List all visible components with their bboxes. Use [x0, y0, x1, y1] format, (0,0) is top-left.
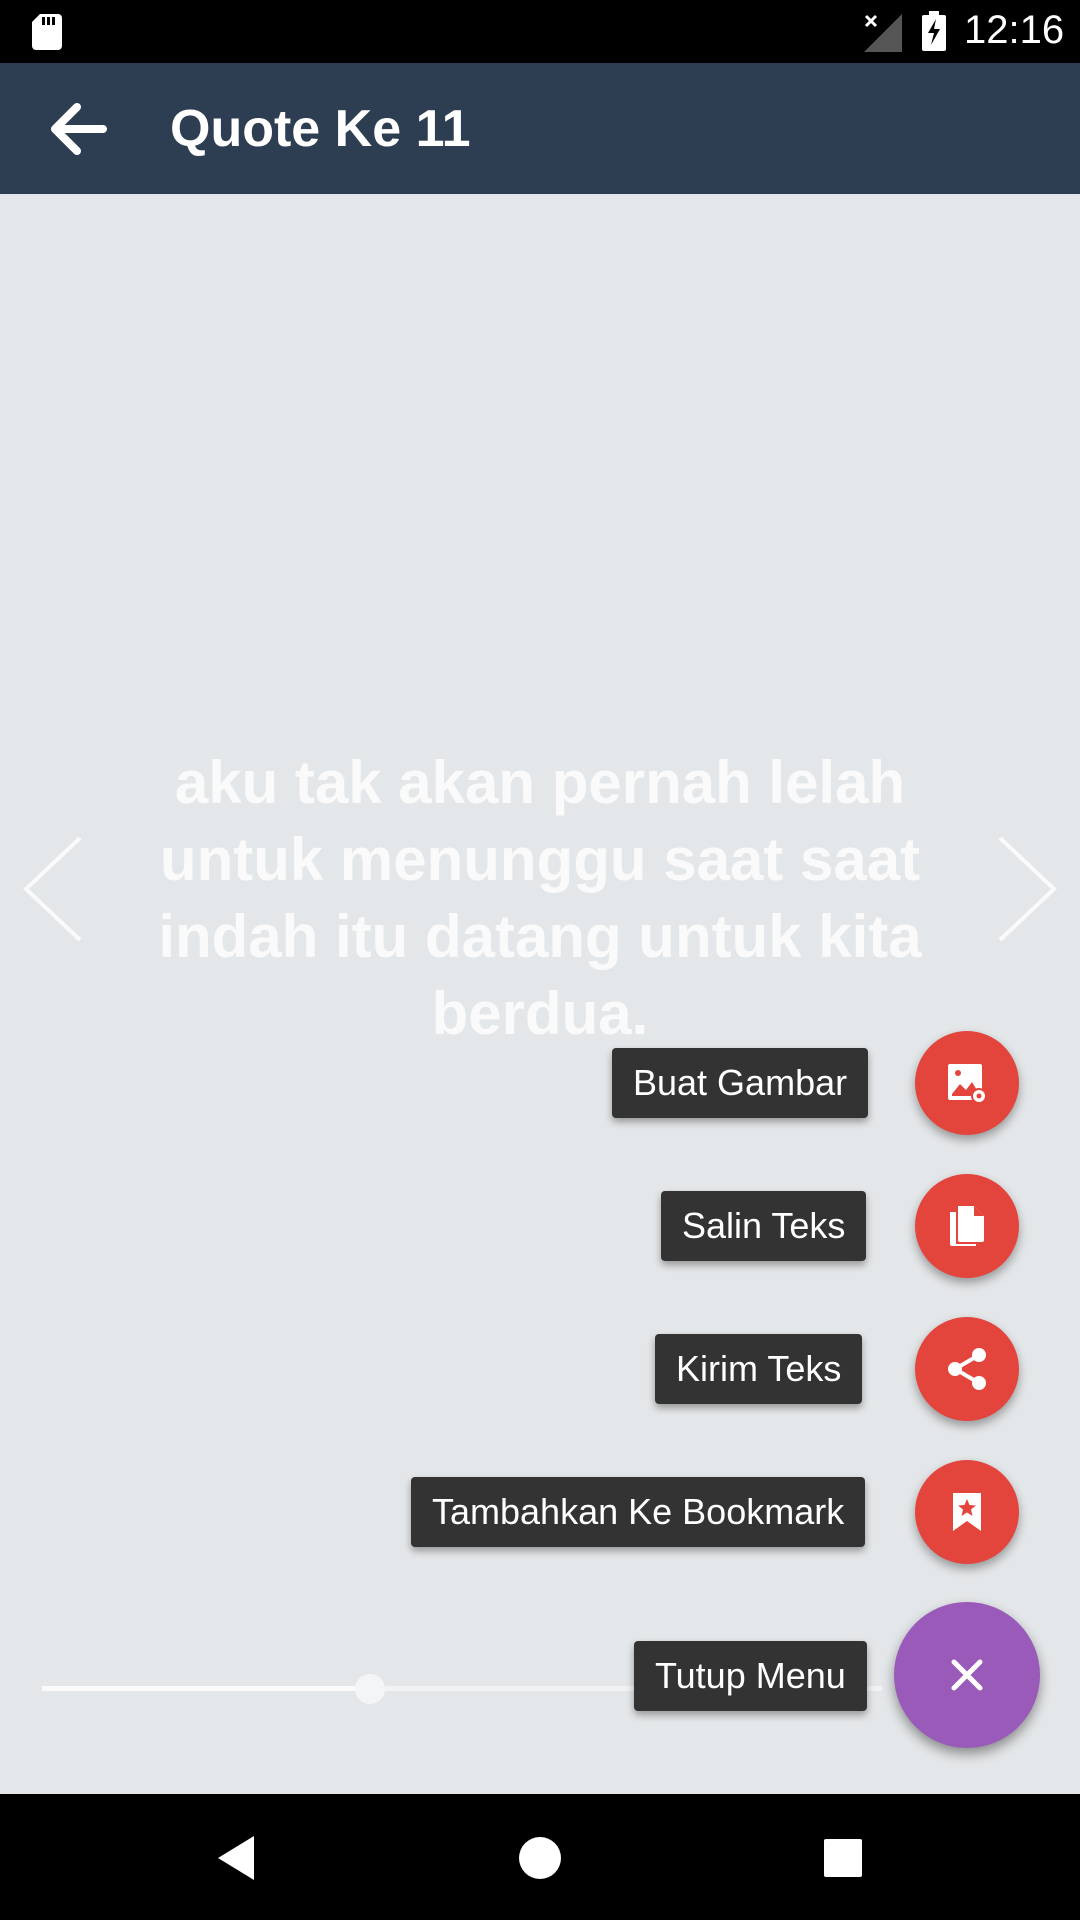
add-bookmark-label[interactable]: Tambahkan Ke Bookmark: [411, 1477, 866, 1547]
sd-card-icon: [32, 14, 62, 50]
next-quote-button[interactable]: [992, 834, 1062, 944]
no-signal-icon: [864, 14, 902, 52]
create-image-button[interactable]: [915, 1031, 1019, 1135]
create-image-label[interactable]: Buat Gambar: [612, 1048, 869, 1118]
back-triangle-icon: [218, 1836, 254, 1880]
text-size-seekbar-thumb[interactable]: [354, 1674, 385, 1704]
create-image-icon: [948, 1064, 987, 1104]
recents-square-icon: [824, 1839, 862, 1877]
share-icon: [948, 1348, 986, 1390]
quote-text: aku tak akan pernah lelah untuk menunggu…: [158, 749, 922, 1047]
bookmark-icon: [953, 1493, 981, 1531]
copy-text-label[interactable]: Salin Teks: [661, 1191, 867, 1261]
quote-viewer: aku tak akan pernah lelah untuk menunggu…: [0, 194, 1080, 1794]
copy-icon: [950, 1206, 984, 1246]
home-circle-icon: [519, 1837, 561, 1879]
arrow-back-icon: [51, 103, 107, 155]
status-clock: 12:16: [964, 8, 1065, 52]
copy-text-button[interactable]: [915, 1174, 1019, 1278]
app-bar: Quote Ke 11: [0, 63, 1080, 194]
system-nav-bar: [0, 1794, 1080, 1920]
close-icon: [951, 1659, 983, 1691]
chevron-left-icon: [23, 836, 82, 942]
previous-quote-button[interactable]: [18, 834, 88, 944]
page-title: Quote Ke 11: [170, 100, 471, 158]
close-menu-label[interactable]: Tutup Menu: [634, 1641, 867, 1711]
back-button[interactable]: [34, 91, 120, 167]
battery-charging-icon: [922, 11, 946, 51]
nav-back-button[interactable]: [208, 1830, 264, 1886]
add-bookmark-button[interactable]: [915, 1460, 1019, 1564]
share-text-label[interactable]: Kirim Teks: [655, 1334, 863, 1404]
nav-recents-button[interactable]: [815, 1830, 871, 1886]
share-text-button[interactable]: [915, 1317, 1019, 1421]
chevron-right-icon: [998, 836, 1057, 942]
nav-home-button[interactable]: [512, 1830, 568, 1886]
close-menu-button[interactable]: [894, 1602, 1040, 1748]
status-bar: 12:16: [0, 0, 1080, 63]
text-size-seekbar-fill: [42, 1686, 370, 1691]
